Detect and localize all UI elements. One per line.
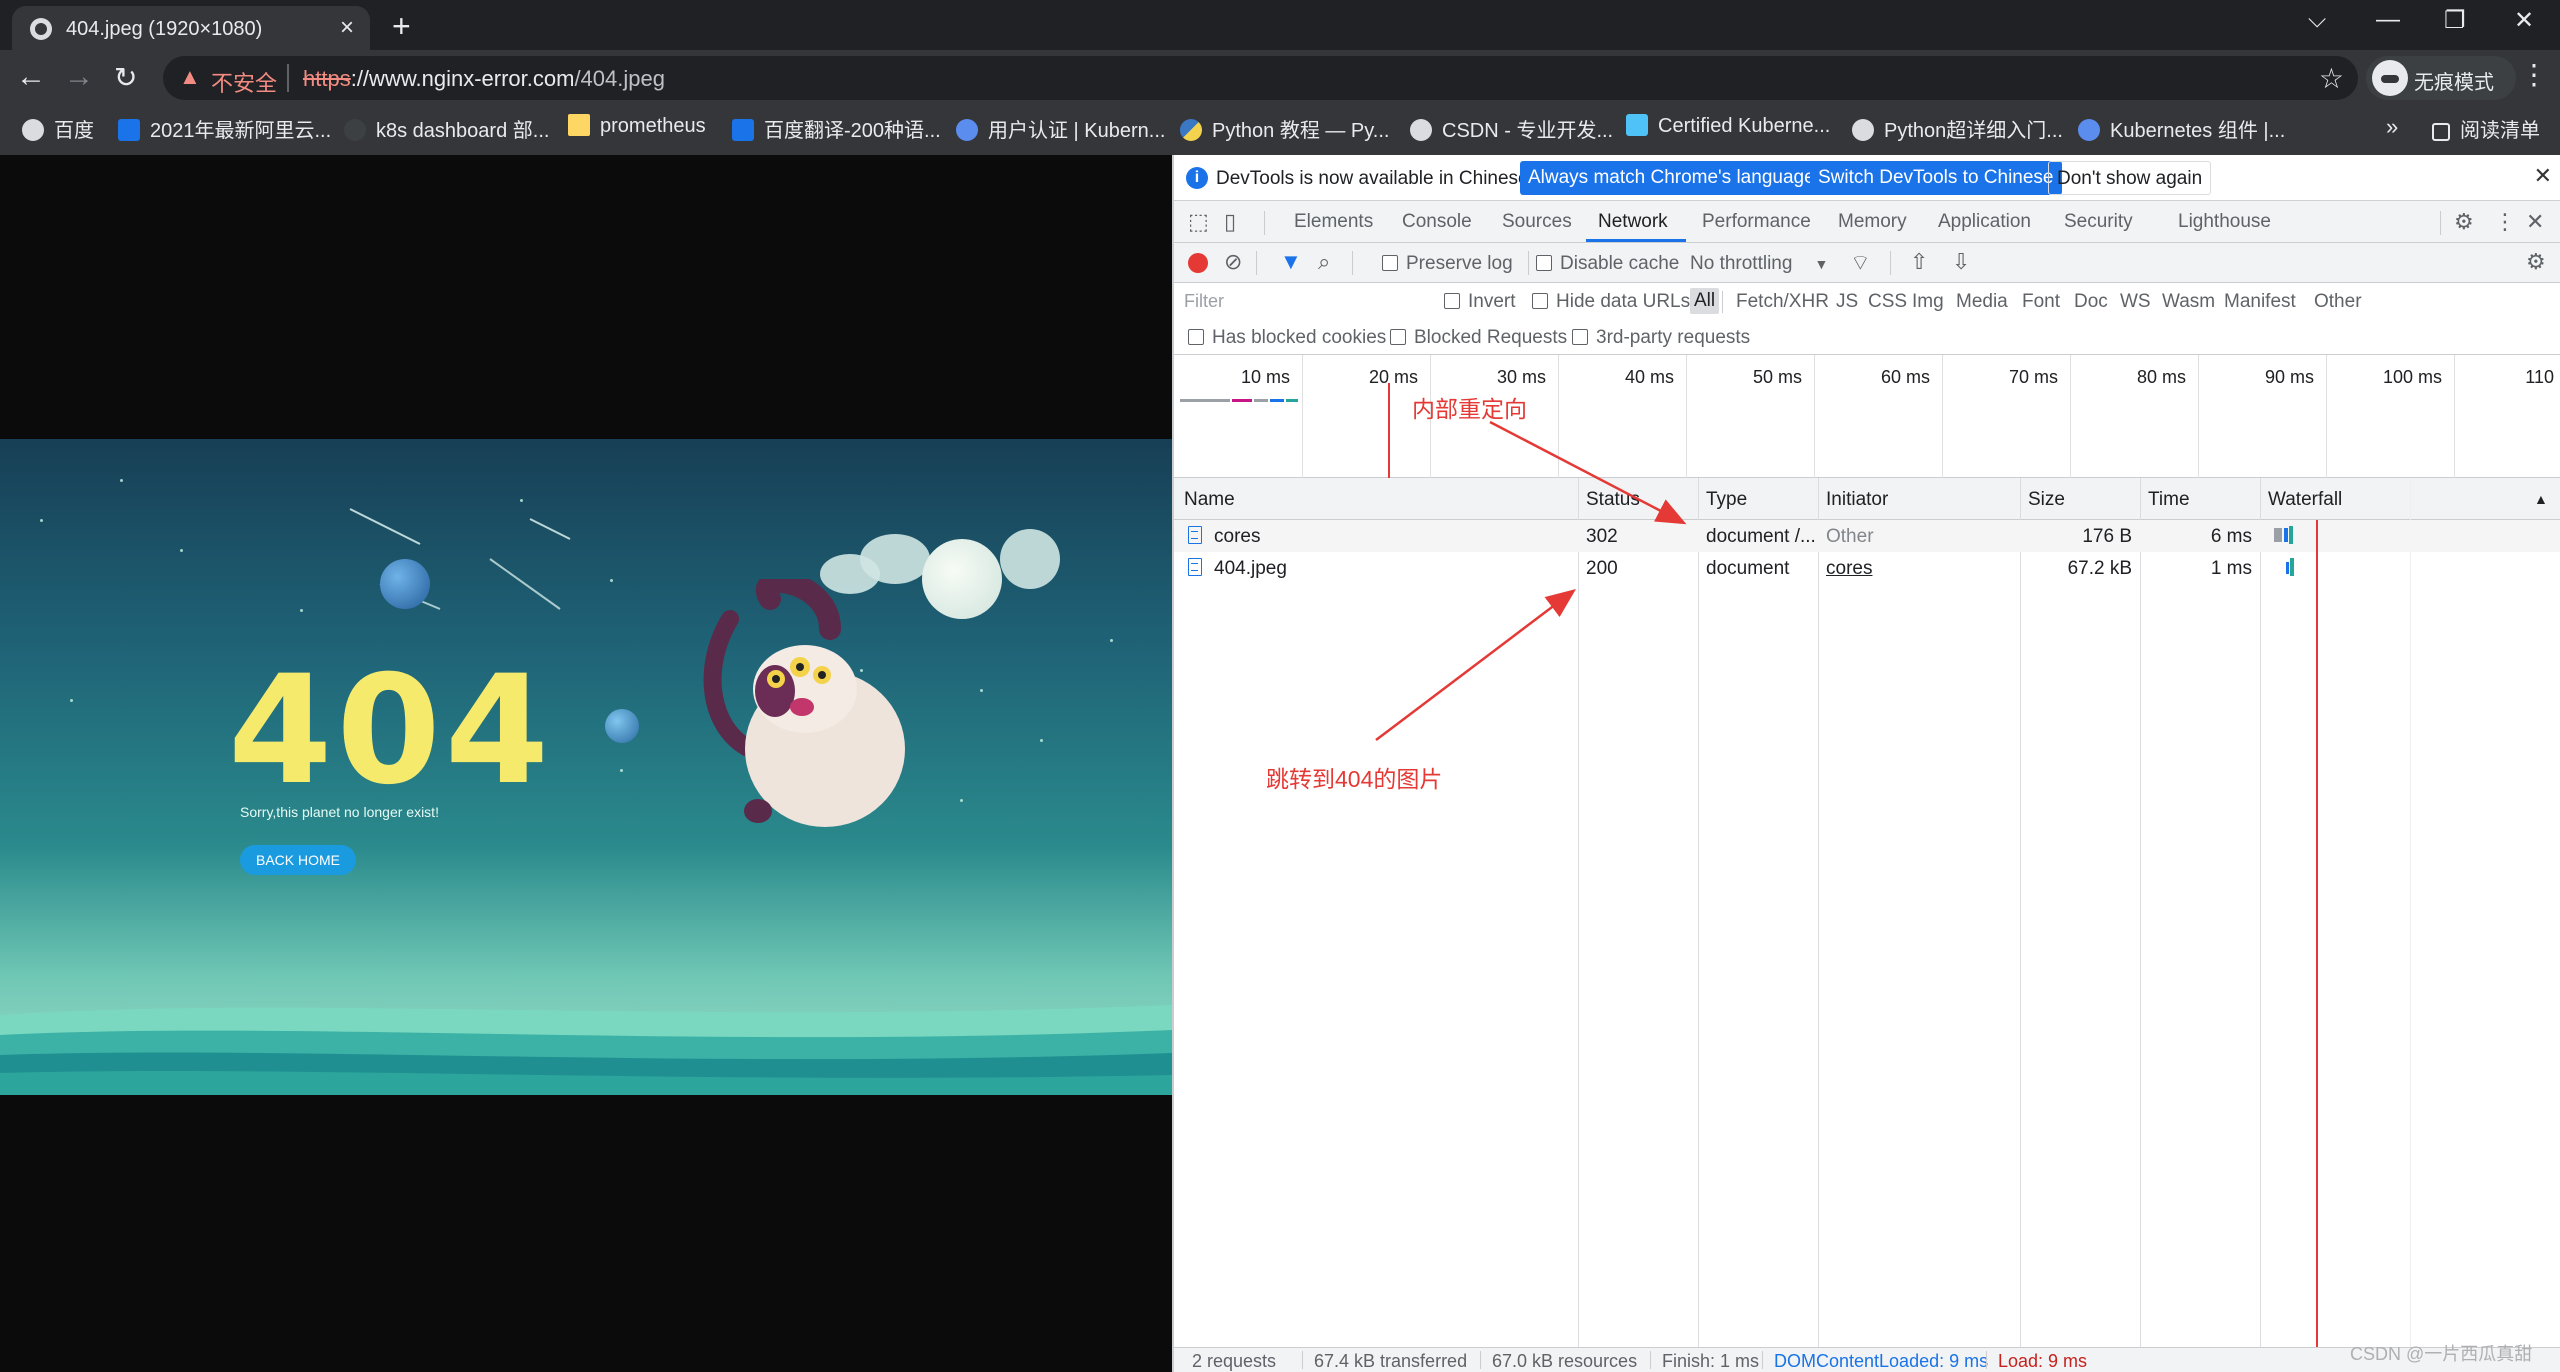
annotation-arrows	[1375, 420, 1687, 741]
watermark: CSDN @一片西瓜真甜	[2350, 1344, 2533, 1364]
arrow-to-image-row	[1375, 588, 1576, 741]
arrow-to-redirect-row	[1489, 420, 1687, 525]
